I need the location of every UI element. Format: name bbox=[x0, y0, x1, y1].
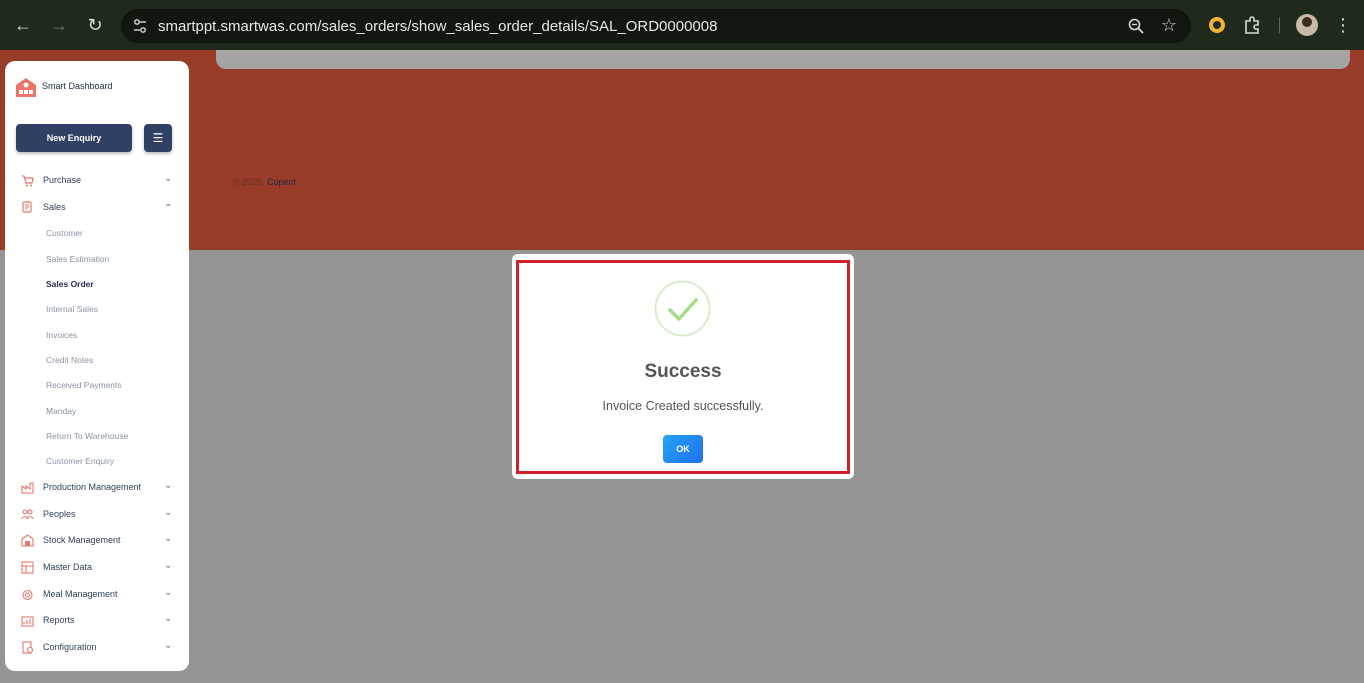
sidebar-item-label: Production Management bbox=[43, 482, 142, 492]
content-card bbox=[216, 50, 1350, 69]
sidebar-subitem-sales-order[interactable]: Sales Order bbox=[46, 279, 94, 289]
chevron-down-icon: ⌄ bbox=[164, 613, 173, 624]
success-check-icon bbox=[654, 280, 711, 337]
page-footer: © 2026, Cupent bbox=[233, 177, 296, 187]
menu-toggle-icon[interactable]: ☰ bbox=[144, 124, 172, 152]
chevron-down-icon: ⌄ bbox=[164, 507, 173, 518]
sales-icon bbox=[22, 201, 32, 213]
sidebar-subitem-credit-notes[interactable]: Credit Notes bbox=[46, 355, 93, 365]
chevron-down-icon: ⌄ bbox=[164, 560, 173, 571]
sidebar-item-stock-management[interactable]: Stock Management ⌄ bbox=[5, 530, 189, 552]
sidebar-subitem-invoices[interactable]: Invoices bbox=[46, 330, 77, 340]
site-settings-icon[interactable] bbox=[131, 17, 149, 35]
master-data-icon bbox=[21, 561, 34, 574]
bookmark-star-icon[interactable]: ☆ bbox=[1161, 15, 1177, 36]
sidebar-item-meal-management[interactable]: Meal Management ⌄ bbox=[5, 584, 189, 606]
sidebar-subitem-return-to-warehouse[interactable]: Return To Warehouse bbox=[46, 431, 128, 441]
warehouse-logo-icon bbox=[16, 78, 36, 97]
sidebar-item-production-management[interactable]: Production Management ⌄ bbox=[5, 477, 189, 499]
extensions-puzzle-icon[interactable] bbox=[1241, 13, 1265, 37]
sidebar-item-label: Purchase bbox=[43, 175, 82, 185]
sidebar-item-label: Reports bbox=[43, 615, 75, 625]
new-enquiry-button[interactable]: New Enquiry bbox=[16, 124, 132, 152]
profile-avatar[interactable] bbox=[1296, 14, 1318, 36]
sidebar-item-purchase[interactable]: Purchase ⌄ bbox=[5, 170, 189, 192]
sidebar-subitem-customer[interactable]: Customer bbox=[46, 228, 83, 238]
sidebar-item-configuration[interactable]: Configuration ⌄ bbox=[5, 637, 189, 659]
extension-badge-icon[interactable] bbox=[1205, 13, 1229, 37]
sidebar-subitem-received-payments[interactable]: Received Payments bbox=[46, 380, 122, 390]
chevron-down-icon: ⌄ bbox=[164, 640, 173, 651]
sidebar-subitem-sales-estimation[interactable]: Sales Estimation bbox=[46, 254, 109, 264]
chevron-down-icon: ⌄ bbox=[164, 533, 173, 544]
sidebar-subitem-manday[interactable]: Manday bbox=[46, 406, 76, 416]
stock-icon bbox=[21, 534, 34, 547]
sidebar-item-label: Meal Management bbox=[43, 589, 118, 599]
sidebar-item-label: Configuration bbox=[43, 642, 97, 652]
url-text[interactable]: smartppt.smartwas.com/sales_orders/show_… bbox=[158, 18, 717, 35]
ok-button[interactable]: OK bbox=[663, 435, 703, 463]
configuration-icon bbox=[22, 641, 34, 654]
reports-icon bbox=[21, 616, 34, 627]
browser-toolbar: ← → ↻ smartppt.smartwas.com/sales_orders… bbox=[0, 0, 1364, 50]
sidebar-item-sales[interactable]: Sales ⌃ bbox=[5, 197, 189, 219]
zoom-icon[interactable] bbox=[1127, 17, 1145, 35]
sidebar-item-master-data[interactable]: Master Data ⌄ bbox=[5, 557, 189, 579]
sidebar-item-label: Stock Management bbox=[43, 535, 121, 545]
chevron-down-icon: ⌄ bbox=[164, 480, 173, 491]
sidebar-item-label: Master Data bbox=[43, 562, 93, 572]
dialog-title: Success bbox=[644, 361, 722, 382]
sidebar-item-label: Peoples bbox=[43, 509, 76, 519]
chevron-down-icon: ⌄ bbox=[164, 173, 173, 184]
reload-icon[interactable]: ↻ bbox=[82, 12, 108, 38]
success-dialog: Success Invoice Created successfully. OK bbox=[512, 254, 854, 479]
app-name: Smart Dashboard bbox=[42, 81, 113, 91]
page-header-area bbox=[0, 50, 1364, 250]
chevron-down-icon: ⌄ bbox=[164, 587, 173, 598]
production-icon bbox=[21, 482, 34, 494]
sidebar-item-reports[interactable]: Reports ⌄ bbox=[5, 610, 189, 632]
footer-brand-link[interactable]: Cupent bbox=[267, 177, 296, 187]
sidebar-subitem-customer-enquiry[interactable]: Customer Enquiry bbox=[46, 456, 114, 466]
meal-icon bbox=[22, 589, 33, 601]
address-bar[interactable]: smartppt.smartwas.com/sales_orders/show_… bbox=[121, 9, 1191, 43]
sidebar-item-label: Sales bbox=[43, 202, 66, 212]
footer-copyright: © 2026, bbox=[233, 177, 268, 187]
more-menu-icon[interactable]: ⋮ bbox=[1334, 12, 1352, 38]
toolbar-divider bbox=[1279, 17, 1280, 33]
sidebar: Smart Dashboard New Enquiry ☰ Purchase ⌄… bbox=[5, 61, 189, 671]
people-icon bbox=[21, 509, 34, 520]
chevron-up-icon: ⌃ bbox=[164, 203, 173, 214]
forward-arrow-icon[interactable]: → bbox=[46, 12, 72, 38]
dialog-message: Invoice Created successfully. bbox=[602, 399, 764, 413]
sidebar-item-peoples[interactable]: Peoples ⌄ bbox=[5, 504, 189, 526]
cart-icon bbox=[22, 175, 34, 187]
back-arrow-icon[interactable]: ← bbox=[10, 12, 36, 38]
sidebar-subitem-internal-sales[interactable]: Internal Sales bbox=[46, 304, 98, 314]
